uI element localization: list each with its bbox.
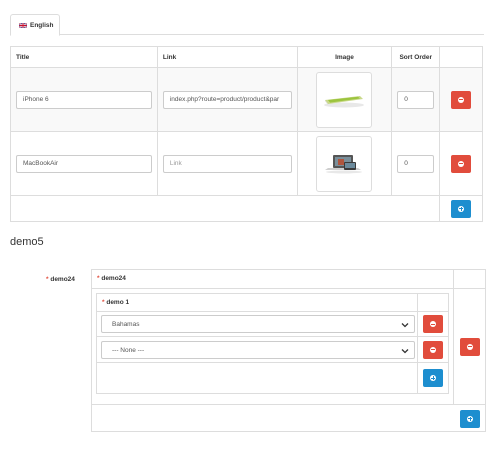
add-item-button[interactable] — [423, 369, 443, 387]
sub-group-footer-actions — [418, 363, 448, 393]
language-tabs: English — [10, 14, 484, 36]
table-row: MacBookAir Link 0 — [10, 131, 483, 196]
required-marker: * — [97, 275, 100, 282]
group-header: * demo24 — [92, 270, 454, 289]
group-header-actions — [454, 270, 486, 289]
macbook-image-icon — [325, 154, 363, 173]
title-input[interactable]: MacBookAir — [16, 154, 152, 173]
link-input[interactable]: index.php?route=product/product&par — [162, 90, 292, 109]
required-marker: * — [46, 276, 49, 283]
title-input[interactable]: iPhone 6 — [16, 90, 152, 109]
column-title: Title — [10, 46, 158, 68]
image-thumbnail[interactable] — [316, 135, 373, 192]
country-select[interactable]: Bahamas — [101, 315, 415, 333]
field-label: * demo24 — [46, 276, 75, 283]
plus-circle-icon — [430, 375, 436, 381]
chevron-down-icon — [401, 349, 409, 354]
list-item: --- None --- — [97, 337, 418, 363]
sub-group-table: * demo 1 Bahamas --- None --- — [96, 293, 449, 394]
tab-english-label: English — [30, 21, 54, 29]
list-item: Bahamas — [97, 312, 418, 337]
list-item-actions — [418, 337, 448, 363]
required-marker: * — [102, 299, 105, 306]
column-sort-order: Sort Order — [391, 46, 441, 68]
remove-group-button[interactable] — [460, 337, 480, 356]
chevron-down-icon — [401, 323, 409, 328]
table-row: iPhone 6 index.php?route=product/product… — [10, 67, 483, 132]
slides-table: Title Link Image Sort Order iPhone 6 ind… — [9, 46, 483, 222]
group-body: * demo 1 Bahamas --- None --- — [92, 289, 454, 405]
remove-item-button[interactable] — [423, 315, 443, 333]
add-group-button[interactable] — [460, 409, 480, 428]
sub-group-header: * demo 1 — [97, 294, 418, 312]
sort-order-input[interactable]: 0 — [397, 154, 435, 173]
minus-circle-icon — [467, 343, 473, 350]
sub-group-footer — [97, 363, 418, 393]
table-footer-row — [9, 195, 483, 222]
plus-circle-icon — [467, 415, 473, 422]
column-link: Link — [156, 46, 298, 68]
group-actions — [454, 289, 486, 405]
tab-english[interactable]: English — [10, 14, 60, 36]
sub-group-header-actions — [418, 294, 448, 312]
add-row-button[interactable] — [451, 199, 472, 218]
remove-row-button[interactable] — [451, 90, 472, 109]
column-image: Image — [296, 46, 393, 68]
remove-row-button[interactable] — [451, 154, 472, 173]
column-actions — [439, 46, 483, 68]
minus-circle-icon — [430, 346, 436, 353]
plus-circle-icon — [458, 205, 465, 212]
option-select[interactable]: --- None --- — [101, 341, 415, 359]
link-input[interactable]: Link — [162, 154, 292, 173]
iphone-image-icon — [324, 95, 365, 107]
group-footer-actions — [454, 405, 486, 432]
sort-order-input[interactable]: 0 — [397, 90, 435, 109]
minus-circle-icon — [458, 160, 465, 167]
group-table: * demo24 * demo 1 Bahamas --- None --- — [91, 269, 486, 432]
remove-item-button[interactable] — [423, 340, 443, 359]
list-item-actions — [418, 312, 448, 337]
minus-circle-icon — [458, 96, 465, 103]
flag-uk-icon — [19, 22, 27, 28]
section-title: demo5 — [10, 236, 44, 248]
minus-circle-icon — [430, 321, 436, 327]
image-thumbnail[interactable] — [316, 71, 373, 128]
